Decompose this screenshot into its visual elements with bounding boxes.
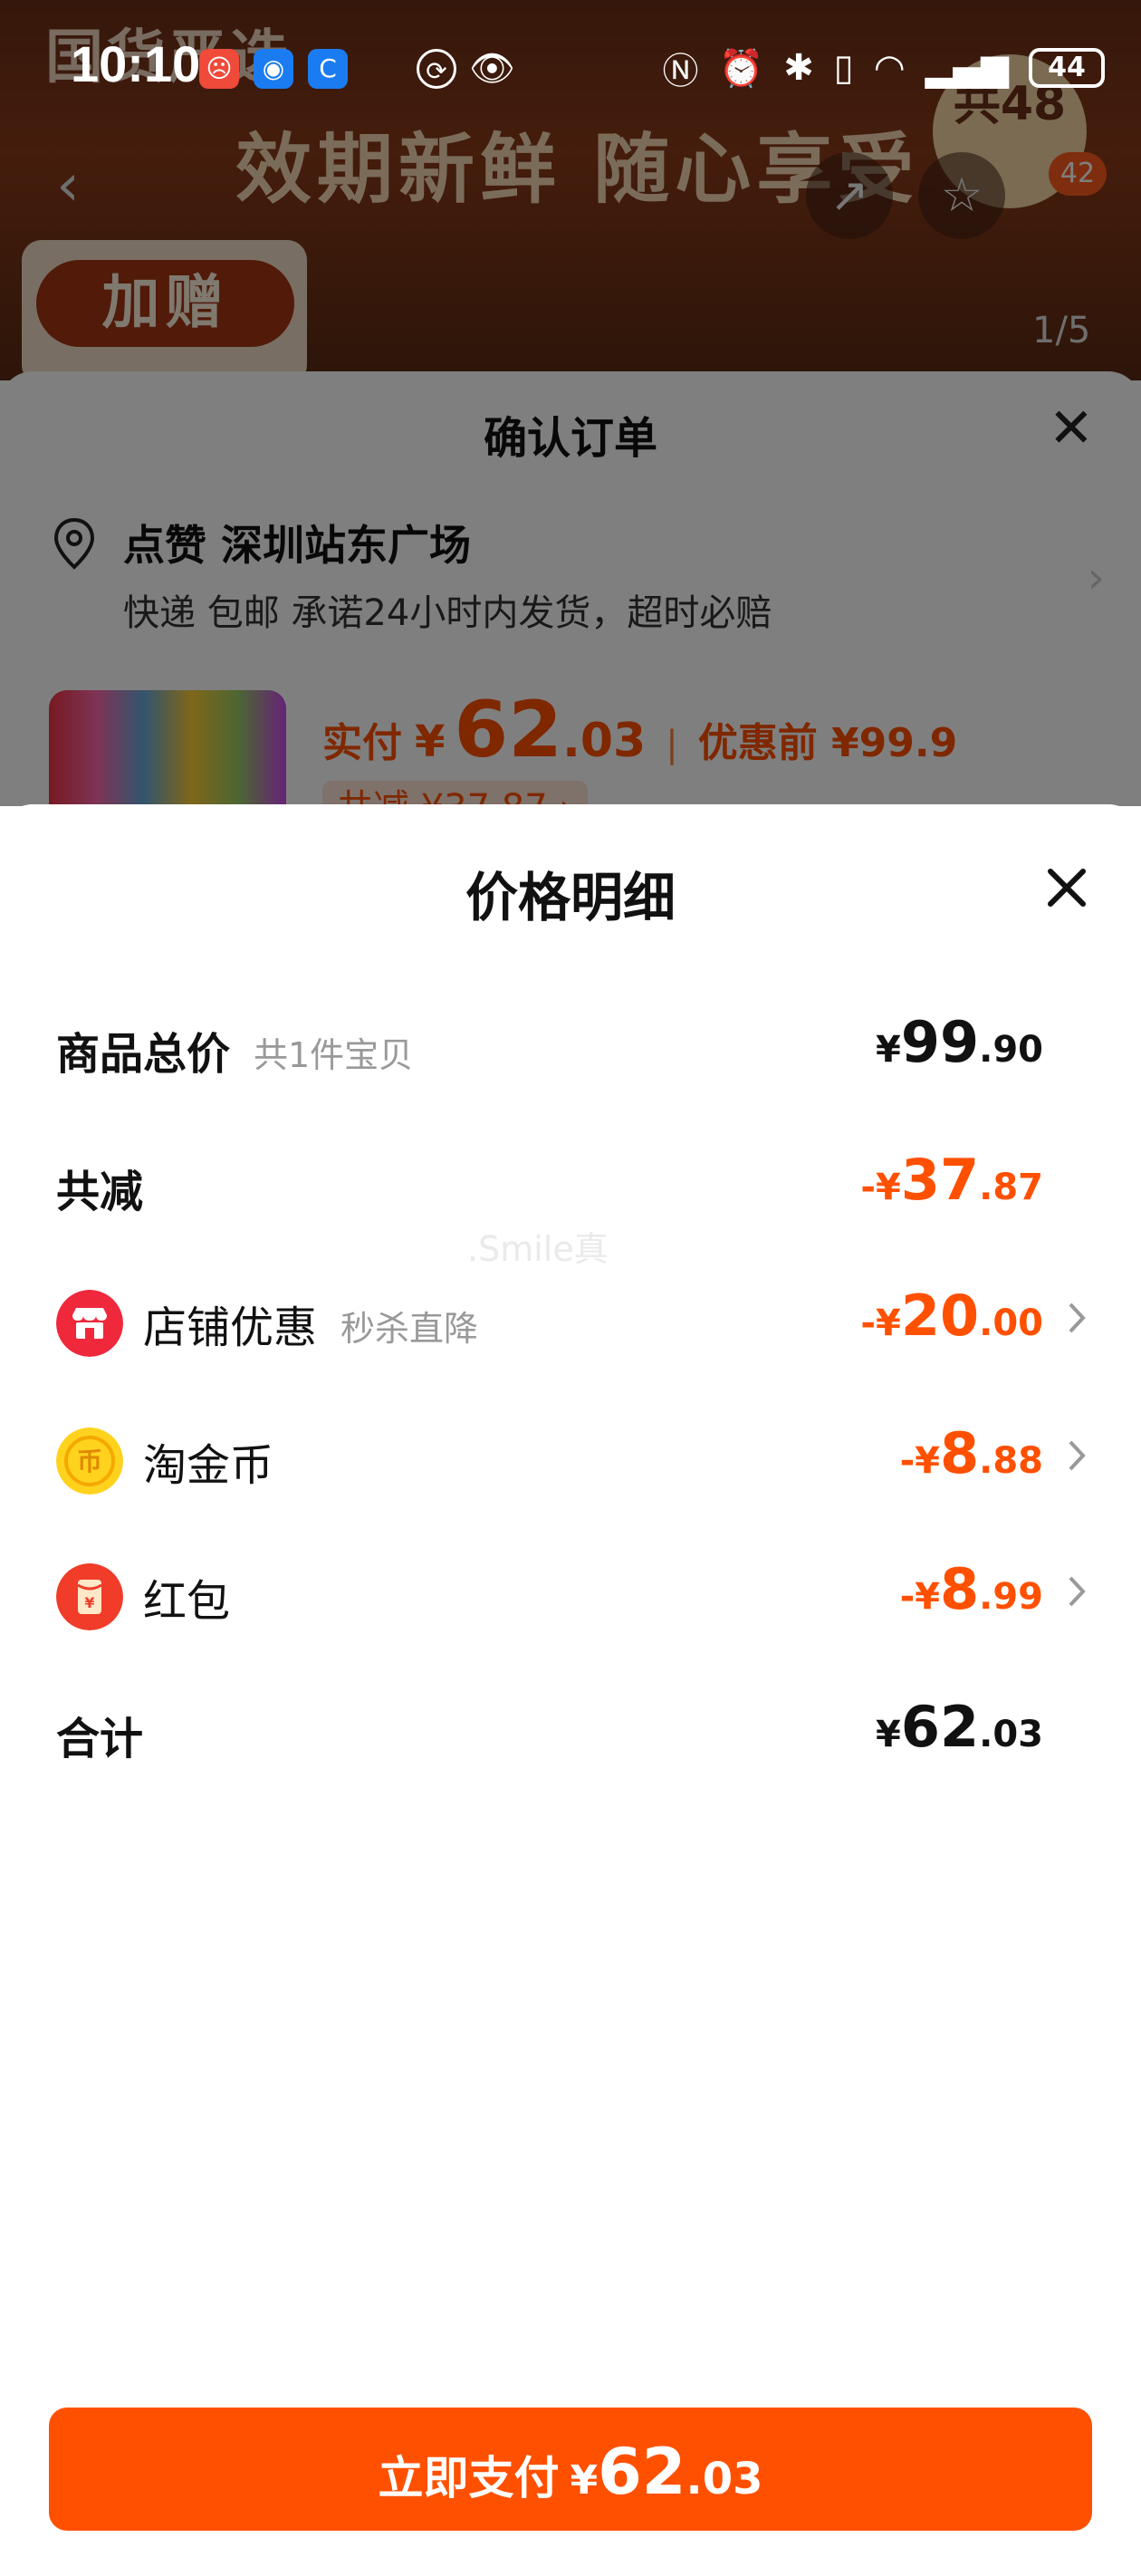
data-saver-icon: ⟳ [417,49,456,89]
grand-total-row: 合计 ¥ 62 .03 [0,1679,1141,1779]
currency-symbol: -¥ [860,1167,901,1208]
status-bar: 10:10 ☹ ◉ C ⟳ 👁 Ⓝ ⏰ ✱ ▯ ◠ ▂▄▆ 44 [0,0,1141,127]
bluetooth-icon: ✱ [783,47,814,89]
subtotal-row: 商品总价 共1件宝贝 ¥ 99 .90 [0,995,1141,1094]
pay-now-button[interactable]: 立即支付 ¥ 62 .03 [49,2408,1092,2531]
amount-integer: 8 [940,1556,980,1622]
svg-text:¥: ¥ [84,1594,94,1611]
chevron-right-icon[interactable] [1063,1569,1090,1614]
store-discount-amount: -¥ 20 .00 [860,1283,1043,1349]
amount-decimal: .03 [979,1714,1043,1755]
status-time: 10:10 [71,35,201,92]
vibrate-icon: ▯ [833,47,854,89]
amount-decimal: .90 [979,1029,1043,1071]
currency-symbol: ¥ [876,1029,901,1071]
close-icon[interactable] [1040,860,1094,915]
subtotal-amount: ¥ 99 .90 [876,1009,1043,1075]
price-detail-sheet: 价格明细 .Smile真 商品总价 共1件宝贝 ¥ 99 .90 共减 -¥ 3… [0,804,1141,2576]
currency-symbol: -¥ [860,1302,901,1344]
red-packet-amount: -¥ 8 .99 [900,1556,1043,1622]
taojinbi-label: 淘金币 [143,1440,274,1491]
amount-integer: 62 [598,2435,686,2509]
notification-app-icon: ☹ [199,49,239,89]
amount-decimal: .87 [979,1167,1043,1208]
amount-decimal: .88 [979,1440,1043,1482]
notification-app-icon: ◉ [254,49,293,89]
wifi-icon: ◠ [873,47,906,89]
notification-app-icon: C [308,49,348,89]
taojinbi-row[interactable]: 币 淘金币 -¥ 8 .88 [0,1406,1141,1505]
total-discount-label: 共减 [56,1167,144,1217]
eye-icon: 👁 [469,48,515,90]
chevron-right-icon[interactable] [1063,1433,1090,1478]
amount-decimal: .03 [686,2454,763,2504]
price-detail-title: 价格明细 [465,867,676,928]
total-discount-amount: -¥ 37 .87 [860,1147,1043,1213]
gold-coin-icon: 币 [56,1427,123,1495]
taojinbi-amount: -¥ 8 .88 [900,1420,1043,1486]
svg-text:币: 币 [77,1447,102,1476]
red-packet-icon: ¥ [56,1563,123,1630]
currency-symbol: -¥ [899,1440,940,1482]
status-icons: Ⓝ ⏰ ✱ ▯ ◠ ▂▄▆ 44 [662,42,1105,94]
store-discount-row[interactable]: 店铺优惠 秒杀直降 -¥ 20 .00 [0,1268,1141,1368]
grand-total-label: 合计 [56,1714,144,1764]
amount-decimal: .00 [979,1302,1043,1344]
amount-integer: 20 [900,1283,980,1349]
red-packet-row[interactable]: ¥ 红包 -¥ 8 .99 [0,1542,1141,1641]
subtotal-label: 商品总价 [56,1029,231,1080]
chevron-right-icon[interactable] [1063,1295,1090,1341]
signal-icon: ▂▄▆ [925,47,1009,89]
currency-symbol: ¥ [570,2457,599,2504]
currency-symbol: ¥ [876,1714,901,1755]
total-discount-row: 共减 -¥ 37 .87 [0,1132,1141,1232]
item-count-label: 共1件宝贝 [254,1035,414,1075]
grand-total-amount: ¥ 62 .03 [876,1694,1043,1760]
amount-integer: 37 [900,1147,980,1213]
alarm-icon: ⏰ [718,47,764,90]
amount-integer: 8 [940,1420,980,1486]
flash-sale-label: 秒杀直降 [340,1309,479,1349]
nfc-icon: Ⓝ [662,51,699,92]
amount-integer: 62 [900,1694,980,1760]
pay-now-label: 立即支付 [378,2452,560,2504]
amount-decimal: .99 [979,1576,1043,1618]
battery-icon: 44 [1029,48,1105,88]
store-icon [56,1290,123,1357]
store-discount-label: 店铺优惠 [143,1302,318,1353]
amount-integer: 99 [900,1009,980,1075]
currency-symbol: -¥ [899,1576,940,1618]
red-packet-label: 红包 [143,1576,231,1627]
